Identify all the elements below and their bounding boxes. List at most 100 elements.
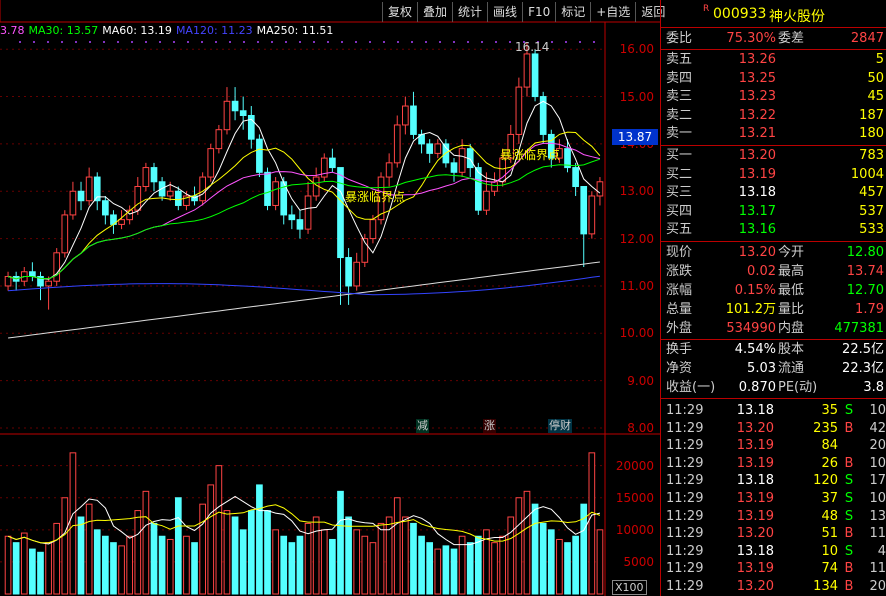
trade-row: 11:29 13.19 84 20 — [666, 437, 886, 455]
candle-body — [231, 100, 239, 112]
quote-value: 0.15% — [734, 283, 776, 298]
signal-dot — [453, 41, 455, 43]
quote-label: 外盘 — [666, 321, 693, 336]
signal-dot — [425, 41, 427, 43]
signal-dot — [257, 41, 259, 43]
trade-volume: 74 — [821, 561, 838, 577]
quote-row: 外盘 534990 内盘 477381 — [666, 320, 886, 338]
candle-body — [304, 195, 312, 230]
trade-time: 11:29 — [666, 403, 704, 418]
quote-row: 总量 101.2万 量比 1.79 — [666, 301, 886, 319]
candle-body — [337, 167, 344, 259]
chart-toolbar: 复权 叠加 统计 画线 F10 标记 +自选 返回 — [382, 2, 670, 22]
bid-price: 13.20 — [738, 148, 776, 163]
volume-bar — [150, 522, 158, 595]
trade-price: 13.19 — [736, 508, 774, 524]
volume-bar — [312, 516, 320, 595]
ask-label: 卖五 — [666, 52, 693, 67]
signal-dot — [201, 41, 203, 43]
trade-count: 20 — [869, 438, 886, 454]
marker-rise[interactable]: 涨 — [483, 419, 496, 433]
bid-price: 13.19 — [738, 166, 776, 182]
trade-row: 11:29 13.20 134 B 20 — [666, 578, 886, 596]
volume-bar — [85, 503, 93, 595]
signal-dot — [383, 41, 385, 43]
volume-bar — [61, 497, 69, 595]
volume-bar — [588, 452, 596, 595]
toolbar-button-6[interactable]: +自选 — [590, 2, 635, 22]
volume-bar — [118, 545, 125, 595]
volume-bar — [377, 522, 385, 595]
bid-label: 买二 — [666, 166, 693, 182]
bid-price: 13.17 — [738, 203, 776, 219]
candle-body — [77, 190, 85, 202]
trade-count: 4 — [877, 543, 886, 559]
signal-dot — [439, 41, 441, 43]
fund-value: 0.870 — [738, 380, 776, 395]
trade-volume: 134 — [813, 579, 838, 594]
volume-bar — [329, 538, 336, 595]
bid-price: 13.16 — [738, 222, 776, 237]
candle-body — [580, 186, 588, 235]
candle-body — [426, 143, 434, 154]
candle-body — [215, 129, 223, 150]
volume-bar — [264, 510, 271, 595]
toolbar-button-4[interactable]: F10 — [522, 2, 555, 22]
toolbar-button-5[interactable]: 标记 — [555, 2, 590, 22]
ask-price: 13.21 — [738, 126, 776, 141]
candle-body — [491, 181, 498, 192]
bid-volume: 1004 — [850, 166, 884, 182]
fund-label: 换手 — [666, 342, 693, 357]
candle-body — [458, 148, 466, 173]
ask-row: 卖四 13.25 50 — [666, 70, 886, 88]
volume-bar — [215, 465, 223, 595]
trade-side: B — [844, 420, 854, 436]
candle-body — [288, 214, 296, 221]
ma-legend-item: MA120: 11.23 — [175, 24, 253, 37]
volume-bar — [126, 535, 134, 595]
signal-dot — [481, 41, 483, 43]
trade-row: 11:29 13.18 35 S 10 — [666, 402, 886, 420]
volume-bar — [434, 548, 442, 595]
trade-time: 11:29 — [666, 526, 704, 542]
trade-row: 11:29 13.19 48 S 13 — [666, 508, 886, 526]
marker-suspend[interactable]: 停财 — [548, 419, 572, 433]
weicha-value: 2847 — [850, 31, 884, 46]
signal-dot — [593, 41, 595, 43]
trade-volume: 51 — [821, 526, 838, 542]
volume-bar — [69, 452, 77, 595]
trade-price: 13.18 — [736, 473, 774, 489]
toolbar-button-3[interactable]: 画线 — [487, 2, 522, 22]
toolbar-button-2[interactable]: 统计 — [452, 2, 487, 22]
volume-bar — [199, 503, 206, 595]
quote-label: 现价 — [666, 245, 693, 260]
toolbar-button-0[interactable]: 复权 — [382, 2, 417, 22]
candle-body — [126, 209, 134, 221]
trade-row: 11:29 13.20 235 B 42 — [666, 420, 886, 438]
trade-volume: 48 — [821, 508, 838, 524]
bid-row: 买二 13.19 1004 — [666, 166, 886, 184]
kline-chart[interactable] — [0, 0, 660, 596]
trade-side: B — [844, 561, 854, 577]
trade-price: 13.19 — [736, 491, 774, 506]
ma-legend: 3.78 MA30: 13.57 MA60: 13.19 MA120: 11.23 MA… — [0, 24, 337, 37]
volume-bar — [393, 497, 401, 595]
volume-bar — [491, 542, 498, 595]
ask-label: 卖二 — [666, 107, 693, 123]
bid-row: 买一 13.20 783 — [666, 147, 886, 165]
signal-dot — [131, 41, 133, 43]
volume-bar — [53, 522, 61, 595]
volume-bar — [410, 522, 417, 595]
volume-bar — [45, 542, 52, 595]
marker-reduce[interactable]: 减 — [416, 419, 429, 433]
trade-row: 11:29 13.19 37 S 10 — [666, 490, 886, 508]
signal-dot — [187, 41, 189, 43]
volume-unit: X100 — [612, 580, 647, 595]
volume-bar — [547, 529, 555, 595]
current-price-tag: 13.87 — [612, 129, 658, 145]
quote-panel: R 000933 神火股份 委比 75.30% 委差 2847 卖五 13.26 5… — [660, 0, 886, 596]
bid-label: 买三 — [666, 185, 693, 200]
toolbar-button-1[interactable]: 叠加 — [417, 2, 452, 22]
bid-row: 买三 13.18 457 — [666, 184, 886, 202]
trade-count: 13 — [869, 508, 886, 524]
